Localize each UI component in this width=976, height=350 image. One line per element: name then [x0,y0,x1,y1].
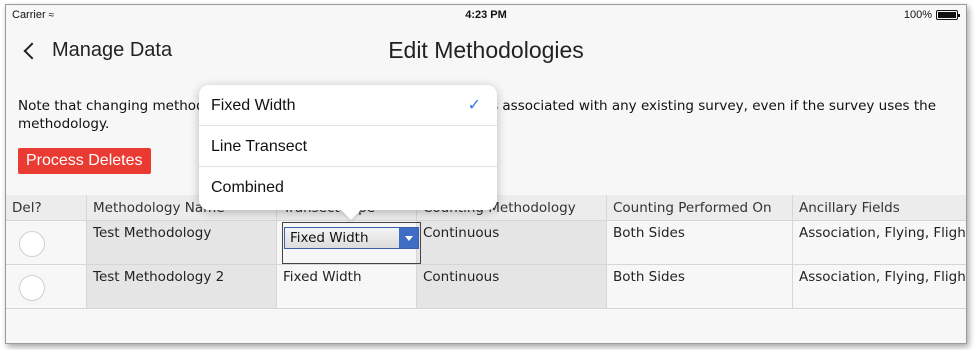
methodologies-table: Del? Methodology Name Transect Type Coun… [6,195,966,309]
table-row: Test Methodology 2 Fixed Width Continuou… [6,265,966,309]
dropdown-option-line-transect[interactable]: Line Transect [199,126,497,167]
del-cell [6,221,86,264]
ancillary-fields-cell[interactable]: Association, Flying, Fligh [792,221,966,264]
methodology-name-cell[interactable]: Test Methodology 2 [86,265,276,308]
dropdown-option-combined[interactable]: Combined [199,167,497,208]
del-cell [6,265,86,308]
column-header-ancillary: Ancillary Fields [792,195,966,220]
counting-methodology-cell[interactable]: Continuous [416,221,606,264]
counting-methodology-cell[interactable]: Continuous [416,265,606,308]
process-deletes-button[interactable]: Process Deletes [18,148,151,174]
option-label: Fixed Width [211,97,296,114]
app-window: Carrier ≈ 4:23 PM 100% Manage Data Edit M… [5,4,967,344]
delete-radio[interactable] [19,275,45,301]
checkmark-icon: ✓ [467,97,481,114]
delete-radio[interactable] [19,231,45,257]
transect-type-select[interactable]: Fixed Width [284,227,419,249]
option-label: Line Transect [211,138,308,155]
table-row: Test Methodology Continuous Both Sides A… [6,221,966,265]
battery-percent: 100% [903,9,932,21]
column-header-del: Del? [12,200,42,216]
status-time: 4:23 PM [465,9,507,21]
performed-on-cell[interactable]: Both Sides [606,221,792,264]
battery-indicator: 100% [903,9,960,21]
transect-select-container: Fixed Width [282,222,421,264]
navigation-bar: Manage Data Edit Methodologies [6,25,966,77]
transect-select-value: Fixed Width [290,230,369,246]
performed-on-cell[interactable]: Both Sides [606,265,792,308]
column-header-performed-on: Counting Performed On [606,195,792,220]
page-title: Edit Methodologies [388,37,584,63]
dropdown-option-fixed-width[interactable]: Fixed Width ✓ [199,85,497,126]
battery-icon [936,10,960,20]
transect-type-cell[interactable]: Fixed Width [276,265,416,308]
status-bar: Carrier ≈ 4:23 PM 100% [6,5,966,25]
dropdown-arrow-icon [399,228,418,248]
option-label: Combined [211,179,284,196]
transect-type-dropdown: Fixed Width ✓ Line Transect Combined [199,85,497,210]
ancillary-fields-cell[interactable]: Association, Flying, Fligh [792,265,966,308]
methodology-name-cell[interactable]: Test Methodology [86,221,276,264]
